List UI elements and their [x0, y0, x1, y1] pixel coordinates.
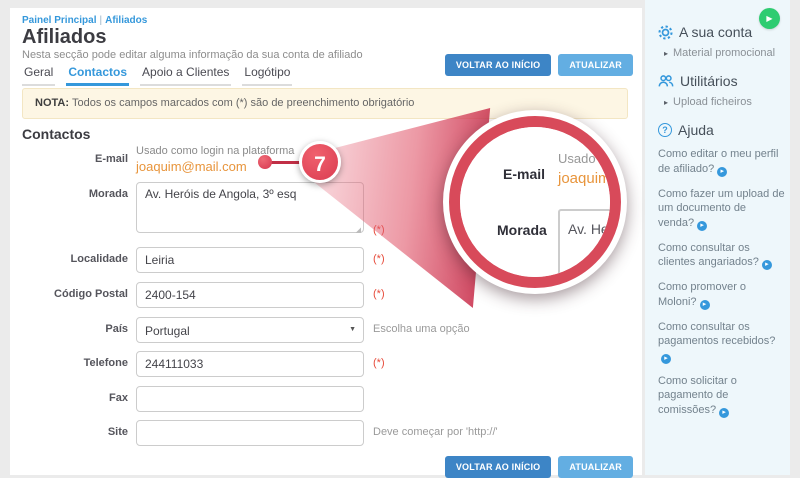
codigo-postal-input[interactable]: [136, 282, 364, 308]
note-prefix: NOTA:: [35, 97, 70, 109]
sidebar-link-label: Upload ficheiros: [673, 96, 752, 108]
email-row: E-mail Usado como login na plataforma jo…: [10, 144, 294, 174]
tab-bar: Geral Contactos Apoio a Clientes Logótip…: [22, 62, 293, 86]
update-button-top[interactable]: ATUALIZAR: [558, 54, 633, 76]
arrow-right-icon: ▸: [717, 166, 728, 177]
triangle-bullet-icon: ▸: [664, 98, 669, 107]
pais-select[interactable]: Portugal ▼: [136, 317, 364, 343]
section-title-contactos: Contactos: [22, 126, 91, 142]
help-link-promote-moloni[interactable]: Como promover o Moloni? ▸: [658, 280, 785, 310]
localidade-label: Localidade: [70, 253, 128, 265]
tab-geral[interactable]: Geral: [22, 62, 56, 86]
morada-label: Morada: [88, 188, 128, 200]
page-title: Afiliados: [22, 26, 107, 48]
telefone-row: Telefone (*): [10, 351, 385, 377]
help-link-edit-profile[interactable]: Como editar o meu perfil de afiliado? ▸: [658, 147, 785, 177]
pais-selected-value: Portugal: [145, 324, 190, 338]
pais-row: País Portugal ▼ Escolha uma opção: [10, 317, 470, 343]
magnifier-circle: Usado como login na plataforma E-mail jo…: [443, 110, 627, 294]
video-play-button[interactable]: ▶: [759, 8, 780, 29]
breadcrumb: Painel Principal | Afiliados: [22, 15, 147, 26]
breadcrumb-current-link[interactable]: Afiliados: [105, 15, 147, 26]
back-button-top[interactable]: VOLTAR AO INÍCIO: [444, 54, 552, 76]
breadcrumb-separator: |: [99, 15, 103, 26]
step-badge: 7: [299, 141, 341, 183]
sidebar-link-label: Material promocional: [673, 47, 776, 59]
magnified-email-label: E-mail: [503, 166, 546, 182]
help-link-request-commissions[interactable]: Como solicitar o pagamento de comissões?…: [658, 374, 785, 418]
magnifier-content: Usado como login na plataforma E-mail jo…: [460, 127, 610, 277]
sidebar-section-help: ? Ajuda: [658, 122, 780, 138]
tab-logotipo[interactable]: Logótipo: [242, 62, 293, 86]
required-mark: (*): [373, 288, 385, 300]
arrow-right-icon: ▸: [719, 407, 730, 418]
arrow-right-icon: ▸: [761, 260, 772, 271]
codigo-postal-row: Código Postal (*): [10, 282, 385, 308]
tab-contactos[interactable]: Contactos: [66, 62, 130, 86]
pais-helper: Escolha uma opção: [373, 323, 470, 335]
telefone-label: Telefone: [83, 357, 128, 369]
magnified-morada-box: Av. Heróis de Angola, 3º esq: [558, 209, 610, 277]
play-icon: ▶: [766, 14, 773, 23]
help-link-label: Como consultar os pagamentos recebidos?: [658, 320, 776, 348]
help-link-list: Como editar o meu perfil de afiliado? ▸ C…: [658, 147, 785, 418]
users-icon: [658, 75, 674, 87]
morada-row: Morada Av. Heróis de Angola, 3º esq (*): [10, 182, 385, 238]
email-helper: Usado como login na plataforma: [136, 145, 295, 157]
magnified-morada-value: Av. Heróis de Angola, 3º esq: [568, 221, 610, 237]
required-mark: (*): [373, 253, 385, 265]
sidebar-section-utilities: Utilitários: [658, 73, 780, 89]
help-link-upload-document[interactable]: Como fazer um upload de um documento de …: [658, 187, 785, 231]
arrow-right-icon: ▸: [661, 353, 671, 364]
magnified-email-helper: Usado como login na plataforma: [558, 151, 610, 166]
pais-label: País: [105, 323, 128, 335]
arrow-right-icon: ▸: [699, 299, 710, 310]
breadcrumb-home-link[interactable]: Painel Principal: [22, 15, 96, 26]
sidebar-title-help: Ajuda: [678, 122, 714, 138]
note-text: Todos os campos marcados com (*) são de …: [72, 97, 415, 109]
site-helper: Deve começar por 'http://': [373, 426, 498, 438]
localidade-row: Localidade (*): [10, 247, 385, 273]
morada-textarea[interactable]: Av. Heróis de Angola, 3º esq: [136, 182, 364, 233]
chevron-down-icon: ▼: [349, 326, 356, 333]
magnified-email-value: joaquim@mail.com: [558, 170, 610, 187]
codigo-postal-label: Código Postal: [54, 288, 128, 300]
email-label: E-mail: [94, 153, 128, 165]
required-mark: (*): [373, 357, 385, 369]
sidebar-title-utilities: Utilitários: [680, 73, 738, 89]
fax-row: Fax: [10, 386, 364, 412]
telefone-input[interactable]: [136, 351, 364, 377]
help-link-view-payments[interactable]: Como consultar os pagamentos recebidos? ▸: [658, 320, 785, 364]
magnified-morada-label: Morada: [497, 222, 547, 238]
localidade-input[interactable]: [136, 247, 364, 273]
gear-icon: [658, 24, 673, 40]
sidebar-title-account: A sua conta: [679, 24, 753, 40]
question-icon: ?: [658, 123, 672, 137]
site-input[interactable]: [136, 420, 364, 446]
page-subtitle: Nesta secção pode editar alguma informaç…: [22, 49, 363, 61]
callout-dot: [258, 155, 272, 169]
sidebar-item-upload-ficheiros[interactable]: ▸ Upload ficheiros: [664, 96, 780, 108]
fax-label: Fax: [109, 392, 128, 404]
site-label: Site: [107, 426, 128, 438]
top-action-buttons: VOLTAR AO INÍCIO ATUALIZAR: [444, 54, 633, 76]
arrow-right-icon: ▸: [697, 220, 708, 231]
triangle-bullet-icon: ▸: [664, 49, 669, 58]
help-sidebar: ▶ A sua conta ▸ Material promocional Uti…: [645, 0, 790, 475]
fax-input[interactable]: [136, 386, 364, 412]
sidebar-item-material-promocional[interactable]: ▸ Material promocional: [664, 47, 780, 59]
help-link-label: Como fazer um upload de um documento de …: [658, 187, 785, 229]
required-mark: (*): [373, 224, 385, 236]
help-link-label: Como consultar os clientes angariados?: [658, 241, 759, 269]
site-row: Site Deve começar por 'http://': [10, 420, 498, 446]
tab-apoio-clientes[interactable]: Apoio a Clientes: [140, 62, 232, 86]
help-link-view-clients[interactable]: Como consultar os clientes angariados? ▸: [658, 241, 785, 271]
